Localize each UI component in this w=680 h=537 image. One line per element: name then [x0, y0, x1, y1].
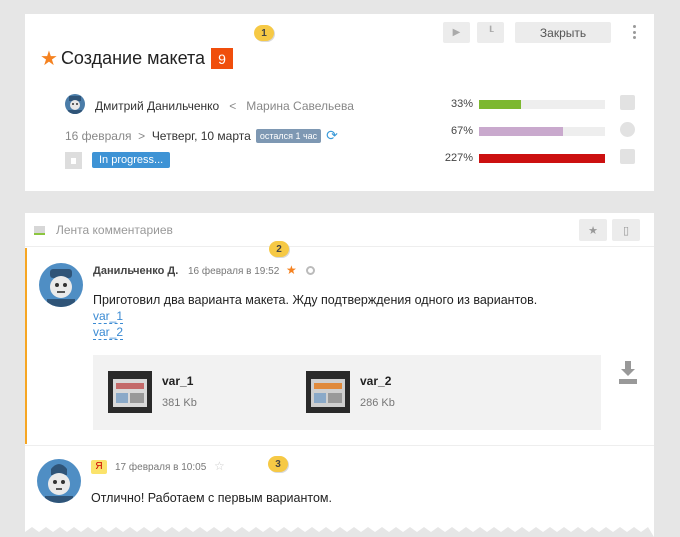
comment-date: 16 февраля в 19:52: [188, 266, 280, 277]
comment-item: 2 Данильченко Д. 16 февраля в 19:52 ★ Пр…: [25, 241, 654, 444]
task-title: Создание макета: [60, 48, 206, 68]
download-icon[interactable]: [618, 361, 638, 385]
end-date[interactable]: Четверг, 10 марта: [152, 129, 251, 143]
clock-icon[interactable]: [620, 122, 635, 137]
creator-name[interactable]: Марина Савельева: [246, 99, 354, 113]
comment-star-icon[interactable]: ★: [286, 263, 297, 277]
callout-badge-3: 3: [268, 456, 293, 474]
play-icon: ▶: [452, 27, 461, 38]
status-button[interactable]: In progress...: [92, 152, 171, 168]
dollar-icon[interactable]: [620, 149, 635, 164]
more-menu-icon[interactable]: [631, 25, 637, 39]
file-thumbnail[interactable]: [108, 371, 152, 413]
callout-badge-2: 2: [269, 241, 294, 259]
progress-metric: 33%: [440, 98, 605, 110]
budget-metric: 227%: [440, 152, 605, 164]
comment-author[interactable]: Данильченко Д.: [93, 265, 178, 277]
star-icon: ★: [588, 224, 598, 237]
responsible-avatar[interactable]: [65, 94, 85, 114]
step-icon: ┖: [487, 27, 494, 38]
task-dates: 16 февраля > Четверг, 10 марта остался 1…: [65, 127, 338, 144]
comment-clock-icon[interactable]: [306, 266, 315, 275]
budget-bar: [479, 153, 605, 163]
attachment-link-2[interactable]: var_2: [93, 326, 124, 340]
date-arrow: >: [138, 128, 146, 143]
comment-star-icon[interactable]: ☆: [214, 459, 225, 473]
file-size: 286 Kb: [360, 397, 395, 409]
feed-icon: [34, 226, 45, 235]
comment-date: 17 февраля в 10:05: [115, 462, 207, 473]
progress-percent: 33%: [450, 98, 473, 110]
comments-feed: Лента комментариев ★ ▯ 2 Данильченко Д. …: [25, 213, 654, 537]
torn-edge: [25, 527, 654, 537]
start-date: 16 февраля: [65, 128, 132, 143]
author-avatar[interactable]: [39, 263, 83, 307]
task-card: ▶ ┖ Закрыть 1 ★ Создание макета 9 Дмитри…: [25, 14, 654, 191]
comment-text: Приготовил два варианта макета. Жду подт…: [93, 293, 538, 307]
comment-text: Отлично! Работаем с первым вариантом.: [91, 491, 332, 505]
budget-percent: 227%: [444, 152, 473, 164]
task-people: Дмитрий Данильченко < Марина Савельева: [95, 99, 354, 113]
time-metric: 67%: [440, 125, 605, 137]
file-name[interactable]: var_1: [162, 374, 197, 388]
responsible-name[interactable]: Дмитрий Данильченко: [95, 99, 219, 113]
favorite-star-icon[interactable]: ★: [40, 49, 58, 69]
lock-icon[interactable]: [65, 152, 82, 169]
close-button[interactable]: Закрыть: [515, 22, 611, 43]
file-item[interactable]: var_1 381 Kb: [108, 371, 197, 413]
callout-badge-1: 1: [254, 25, 279, 43]
time-percent: 67%: [450, 125, 473, 137]
play-button[interactable]: ▶: [443, 22, 470, 43]
attachment-link-1[interactable]: var_1: [93, 310, 124, 324]
time-bar: [479, 126, 605, 136]
attachments-panel: var_1 381 Kb var_2 286 Kb: [93, 355, 601, 430]
task-count-badge: 9: [211, 48, 234, 69]
document-icon: ▯: [622, 224, 630, 237]
task-title-row: ★ Создание макета 9: [40, 48, 234, 69]
feed-header: Лента комментариев ★ ▯: [25, 213, 654, 247]
file-size: 381 Kb: [162, 397, 197, 409]
author-avatar[interactable]: [37, 459, 81, 503]
feed-title: Лента комментариев: [56, 223, 173, 237]
file-item[interactable]: var_2 286 Kb: [306, 371, 395, 413]
check-icon[interactable]: [620, 95, 635, 110]
file-name[interactable]: var_2: [360, 374, 395, 388]
step-button[interactable]: ┖: [477, 22, 504, 43]
file-thumbnail[interactable]: [306, 371, 350, 413]
remaining-time-badge: остался 1 час: [255, 128, 322, 143]
people-arrow: <: [229, 99, 237, 113]
progress-bar: [479, 99, 605, 109]
feed-document-button[interactable]: ▯: [612, 219, 640, 241]
yandex-badge: Я: [91, 460, 107, 474]
feed-favorite-button[interactable]: ★: [579, 219, 607, 241]
refresh-icon[interactable]: ⟳: [326, 127, 338, 144]
